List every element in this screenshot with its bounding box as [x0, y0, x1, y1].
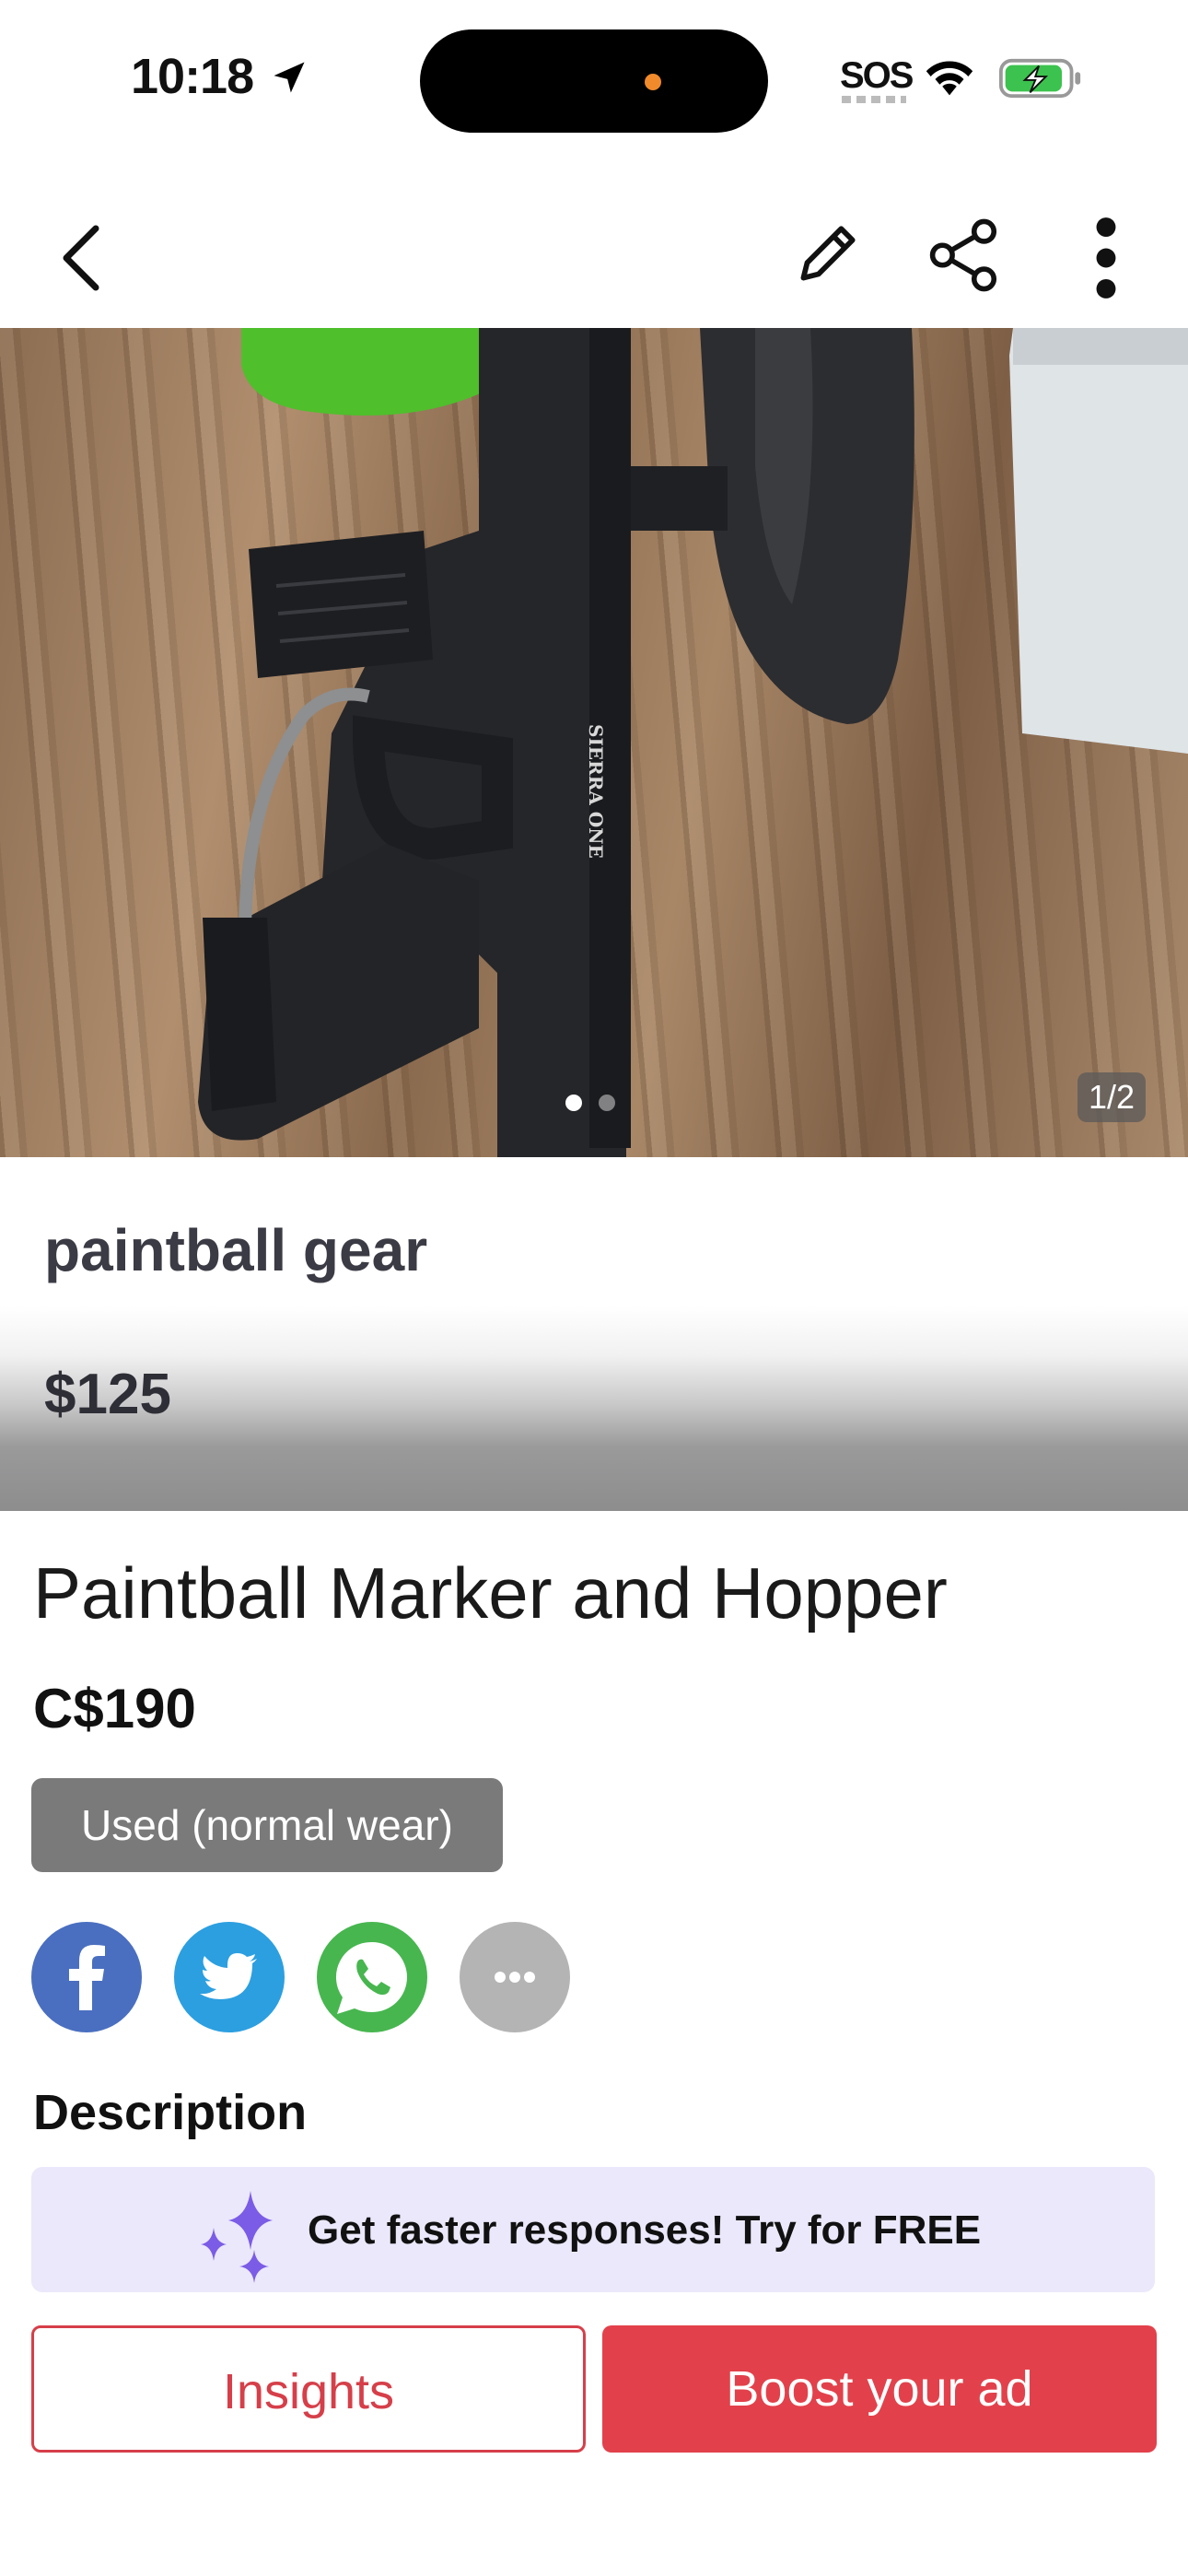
status-bar: 10:18 SOS	[0, 0, 1188, 157]
ad-preview-price: $125	[44, 1363, 171, 1426]
share-more-button[interactable]	[460, 1922, 570, 2032]
insights-button[interactable]: Insights	[31, 2325, 586, 2453]
pencil-icon[interactable]	[788, 217, 864, 293]
pager-dot-active	[565, 1095, 582, 1111]
share-facebook-button[interactable]	[31, 1922, 142, 2032]
description-heading: Description	[33, 2085, 308, 2140]
pager-dot	[599, 1095, 615, 1111]
chevron-left-icon[interactable]	[55, 221, 107, 295]
share-twitter-button[interactable]	[174, 1922, 285, 2032]
facebook-icon	[69, 1945, 105, 2010]
svg-text:SIERRA ONE: SIERRA ONE	[585, 724, 607, 859]
more-vertical-icon[interactable]	[1087, 216, 1125, 300]
condition-badge: Used (normal wear)	[31, 1778, 503, 1872]
signal-dots	[842, 96, 906, 103]
wifi-icon	[926, 61, 973, 96]
paintball-marker-image: SIERRA ONE	[198, 328, 1188, 1157]
promo-text: Get faster responses! Try for FREE	[308, 2207, 982, 2253]
listing-title: Paintball Marker and Hopper	[33, 1552, 948, 1633]
whatsapp-icon	[335, 1941, 407, 2014]
ellipsis-icon	[495, 1972, 535, 1983]
location-arrow-icon	[274, 62, 305, 93]
twitter-icon	[200, 1953, 257, 1999]
sparkle-icon	[201, 2191, 273, 2283]
promo-banner[interactable]: Get faster responses! Try for FREE	[31, 2167, 1155, 2292]
photo-counter: 1/2	[1077, 1072, 1147, 1122]
ad-preview-card: paintball gear $125	[0, 1157, 1188, 1511]
battery-charging-icon	[998, 58, 1081, 99]
sos-indicator: SOS	[840, 55, 914, 96]
boost-ad-button[interactable]: Boost your ad	[602, 2325, 1157, 2453]
top-nav-bar	[0, 184, 1188, 328]
share-icon[interactable]	[925, 216, 1004, 295]
ad-preview-title: paintball gear	[44, 1217, 428, 1283]
status-time: 10:18	[131, 49, 254, 104]
listing-photo[interactable]: SIERRA ONE	[0, 328, 1188, 1157]
dynamic-island	[420, 29, 768, 133]
share-whatsapp-button[interactable]	[317, 1922, 427, 2032]
listing-price: C$190	[33, 1678, 196, 1739]
